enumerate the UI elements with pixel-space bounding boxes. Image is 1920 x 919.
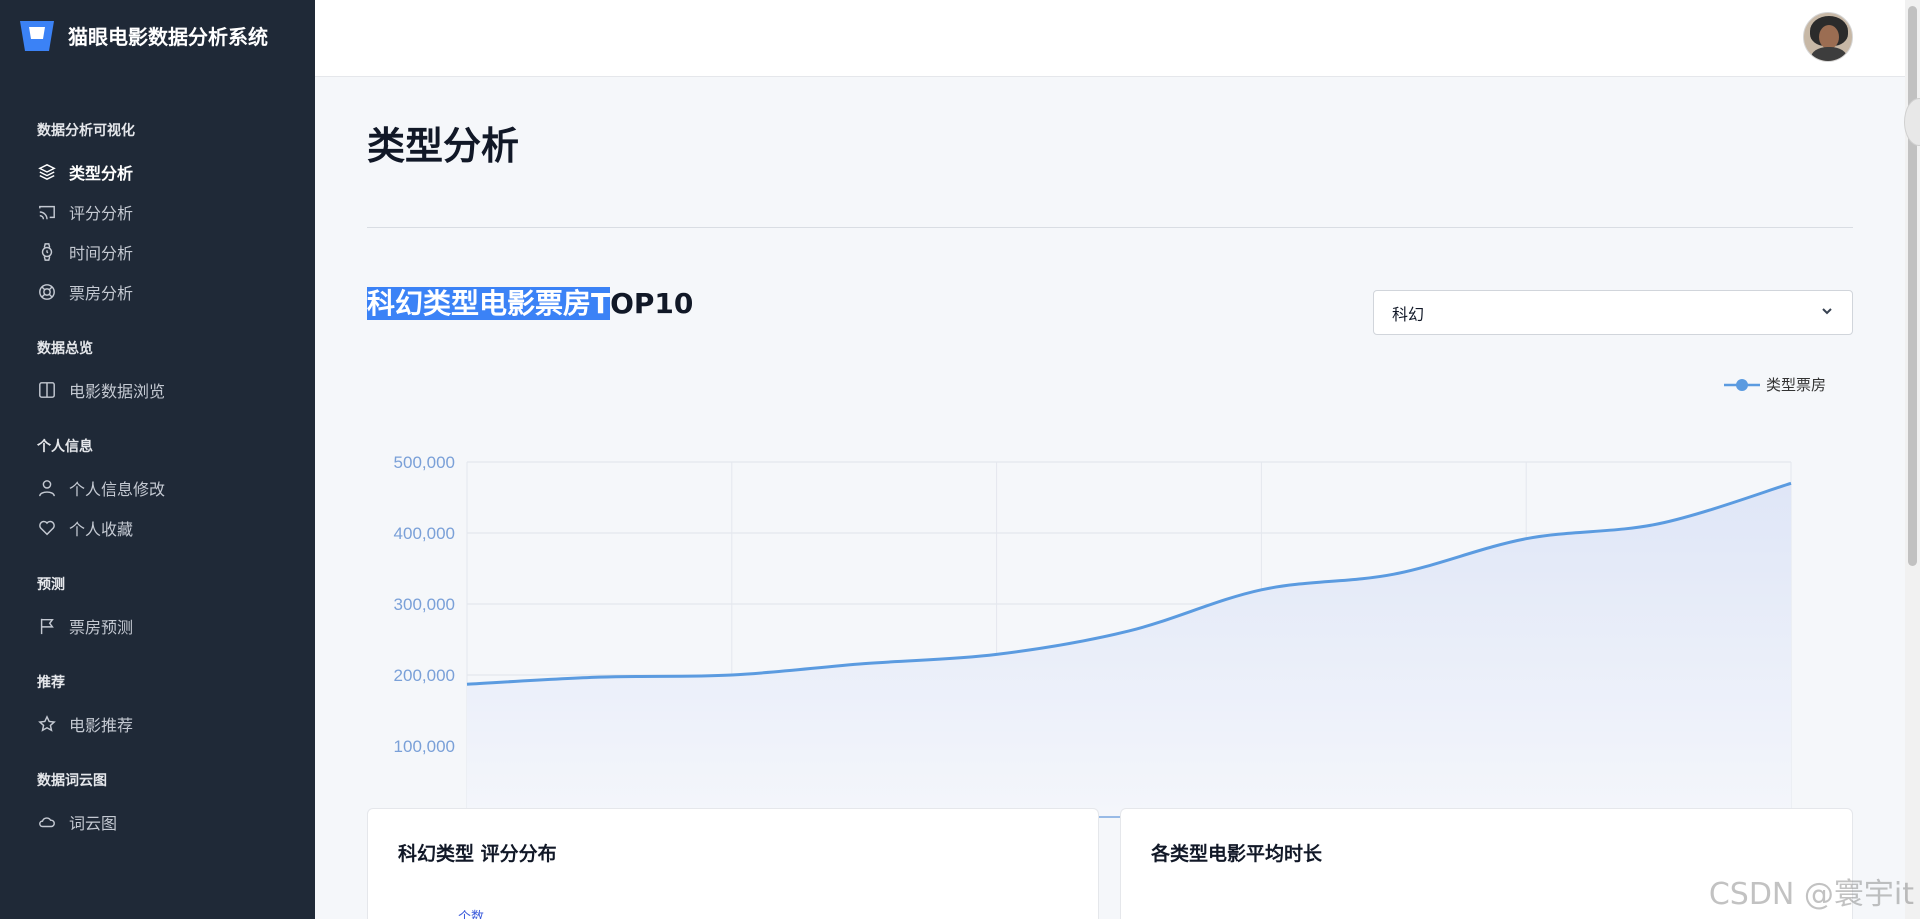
sidebar-item-label: 票房分析 <box>69 284 134 303</box>
genre-select-value: 科幻 <box>1392 304 1425 324</box>
y-tick-label: 500,000 <box>394 453 455 472</box>
watch-icon <box>37 242 57 262</box>
cast-icon <box>37 202 57 222</box>
nav-group: 数据词云图词云图 <box>0 770 315 842</box>
watermark: CSDN @寰宇it <box>1708 877 1914 912</box>
chart-title: 科幻类型电影票房TOP10 <box>367 282 693 322</box>
sidebar-item[interactable]: 词云图 <box>0 802 315 842</box>
nav-group: 个人信息个人信息修改 个人收藏 <box>0 436 315 548</box>
genre-select[interactable]: 科幻 <box>1373 290 1853 335</box>
sidebar-item[interactable]: 电影数据浏览 <box>0 370 315 410</box>
star-icon <box>37 714 57 734</box>
sidebar-item[interactable]: 票房预测 <box>0 606 315 646</box>
sidebar-item[interactable]: 个人收藏 <box>0 508 315 548</box>
main-content: 类型分析 科幻类型电影票房TOP10 科幻 0100,000200,000300… <box>315 77 1905 919</box>
nav-group: 推荐电影推荐 <box>0 672 315 744</box>
heart-icon <box>37 518 57 538</box>
page-title: 类型分析 <box>367 124 520 168</box>
nav-group-title: 数据总览 <box>37 341 93 357</box>
nav-group: 数据分析可视化类型分析评分分析时间分析票房分析 <box>0 120 315 312</box>
y-tick-label: 200,000 <box>394 666 455 685</box>
sidebar-item[interactable]: 评分分析 <box>0 192 315 232</box>
chart-title-selected-text: 科幻类型电影票房T <box>367 287 611 320</box>
scrollbar-thumb[interactable] <box>1908 6 1917 566</box>
nav-group-title: 数据分析可视化 <box>37 123 135 139</box>
sidebar-item-label: 个人信息修改 <box>69 480 166 499</box>
sidebar-item[interactable]: 个人信息修改 <box>0 468 315 508</box>
app-logo-icon <box>20 21 54 51</box>
sidebar-item[interactable]: 电影推荐 <box>0 704 315 744</box>
sidebar-item-label: 票房预测 <box>69 618 134 637</box>
app-title: 猫眼电影数据分析系统 <box>68 24 268 49</box>
cloud-icon <box>37 812 57 832</box>
sidebar: 猫眼电影数据分析系统 数据分析可视化类型分析评分分析时间分析票房分析数据总览电影… <box>0 0 315 919</box>
user-icon <box>37 478 57 498</box>
card-title: 各类型电影平均时长 <box>1151 843 1323 865</box>
sidebar-item-label: 电影数据浏览 <box>69 382 166 401</box>
nav-group-title: 预测 <box>37 577 65 593</box>
lifebuoy-icon <box>37 282 57 302</box>
flag-icon <box>37 616 57 636</box>
nav-group: 数据总览电影数据浏览 <box>0 338 315 410</box>
y-axis-label: 个数 <box>458 910 485 919</box>
sidebar-item-label: 词云图 <box>69 814 118 833</box>
rating-distribution-card: 科幻类型 评分分布 个数 <box>367 808 1099 919</box>
y-tick-label: 300,000 <box>394 595 455 614</box>
brand[interactable]: 猫眼电影数据分析系统 <box>0 0 315 70</box>
columns-icon <box>37 380 57 400</box>
legend-marker <box>1736 379 1748 391</box>
nav-group: 预测票房预测 <box>0 574 315 646</box>
box-office-chart: 0100,000200,000300,000400,000500,000毒液：致… <box>394 377 1826 846</box>
sidebar-nav: 数据分析可视化 类型分析 评分分析 时间分析 票房分析 数据总览 电影数据浏览 个人信息 个人信… <box>0 70 315 842</box>
avatar[interactable] <box>1803 12 1853 62</box>
sidebar-item[interactable]: 时间分析 <box>0 232 315 272</box>
sidebar-item[interactable]: 票房分析 <box>0 272 315 312</box>
sidebar-item-label: 时间分析 <box>69 244 134 263</box>
top-bar <box>315 0 1905 77</box>
sidebar-item-label: 类型分析 <box>69 164 134 183</box>
sidebar-item-label: 评分分析 <box>69 204 134 223</box>
card-title: 科幻类型 评分分布 <box>398 843 557 865</box>
nav-group-title: 推荐 <box>37 675 65 691</box>
divider <box>367 227 1853 228</box>
sidebar-item-label: 个人收藏 <box>69 520 134 539</box>
chart-title-rest-text: OP10 <box>610 287 694 320</box>
y-tick-label: 100,000 <box>394 737 455 756</box>
nav-group-title: 数据词云图 <box>37 773 107 789</box>
layers-icon <box>37 162 57 182</box>
chevron-down-icon <box>1820 303 1834 322</box>
y-tick-label: 400,000 <box>394 524 455 543</box>
sidebar-item-label: 电影推荐 <box>69 716 134 735</box>
nav-group-title: 个人信息 <box>37 439 93 455</box>
legend-label: 类型票房 <box>1766 377 1826 394</box>
sidebar-item[interactable]: 类型分析 <box>0 152 315 192</box>
